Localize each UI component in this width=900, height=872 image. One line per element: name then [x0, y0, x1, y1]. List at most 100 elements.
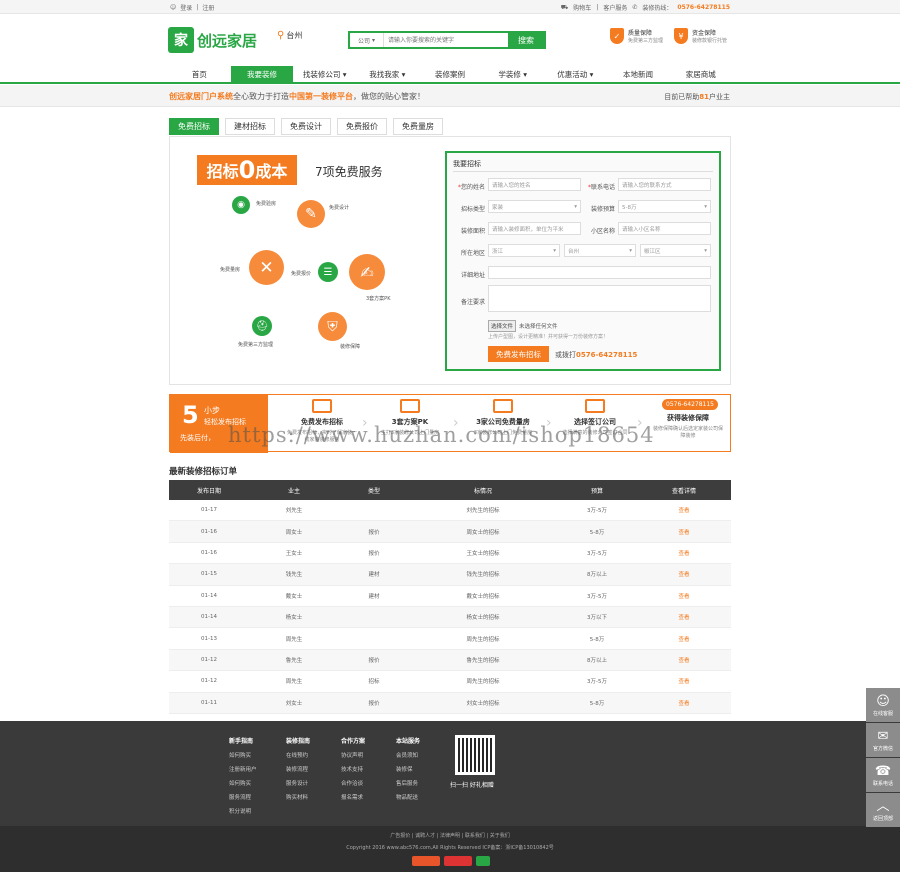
footer-link[interactable]: 购买材料 — [286, 791, 310, 805]
submit-bid-button[interactable]: 免费发布招标 — [488, 346, 549, 362]
ruler-icon: ✕ — [249, 250, 284, 285]
table-cell: 8万以上 — [587, 572, 607, 579]
name-input[interactable]: 请输入您的姓名 — [488, 178, 581, 191]
nav-cases[interactable]: 装修案例 — [419, 66, 482, 82]
table-cell: 王女士的招标 — [466, 550, 500, 557]
online-service-button[interactable]: ☺ 在线客服 — [866, 688, 900, 722]
top-bar: ☺ 登录 | 注册 ⛟ 购物车 | 客户服务 ✆ 装修热线： 0576-6427… — [0, 0, 900, 14]
footer-link[interactable]: 协议声明 — [341, 749, 365, 763]
table-cell: 3万-5万 — [587, 550, 607, 557]
login-link[interactable]: 登录 — [180, 3, 192, 12]
eye-icon: ◉ — [232, 196, 250, 214]
nav-find-company[interactable]: 找装修公司 ▾ — [293, 66, 356, 82]
view-details-link[interactable]: 查看 — [637, 656, 731, 664]
footer-bottom: 广告报价 | 诚聘人才 | 法律声明 | 联系我们 | 关于我们 Copyrig… — [0, 826, 900, 872]
footer-link[interactable]: 如何购买 — [229, 777, 257, 791]
site-logo[interactable]: 家 创远家居 — [168, 26, 260, 54]
tab-free-measure[interactable]: 免费量房 — [393, 118, 443, 135]
wechat-button[interactable]: ✉ 官方微信 — [866, 723, 900, 757]
view-details-link[interactable]: 查看 — [637, 699, 731, 707]
footer-link[interactable]: 注册新用户 — [229, 763, 257, 777]
nav-learn[interactable]: 学装修 ▾ — [481, 66, 544, 82]
table-row: 01-16 周女士 报价 周女士的招标 5-8万 查看 — [169, 521, 731, 543]
footer-link[interactable]: 会员须知 — [396, 749, 420, 763]
district-select[interactable]: 椒江区 ▾ — [640, 244, 711, 257]
note-textarea[interactable] — [488, 285, 711, 312]
view-details-link[interactable]: 查看 — [637, 613, 731, 621]
tab-free-quote[interactable]: 免费报价 — [337, 118, 387, 135]
register-link[interactable]: 注册 — [202, 3, 214, 12]
table-cell: 01-16 — [201, 528, 217, 535]
view-details-link[interactable]: 查看 — [637, 677, 731, 685]
nav-my-home[interactable]: 我找我家 ▾ — [356, 66, 419, 82]
nav-home[interactable]: 首页 — [168, 66, 231, 82]
footer-link[interactable]: 如何购买 — [229, 749, 257, 763]
view-details-link[interactable]: 查看 — [637, 635, 731, 643]
slogan-text: 创远家居门户系统全心致力于打造中国第一装修平台，做您的贴心管家！ — [169, 92, 425, 101]
nav-promotions[interactable]: 优惠活动 ▾ — [544, 66, 607, 82]
view-details-link[interactable]: 查看 — [637, 506, 731, 514]
footer-link[interactable]: 合作洽谈 — [341, 777, 365, 791]
tab-material-bid[interactable]: 建材招标 — [225, 118, 275, 135]
seven-services-title: 7项免费服务 — [315, 165, 383, 179]
choose-file-button[interactable]: 选择文件 — [488, 320, 517, 332]
tab-free-design[interactable]: 免费设计 — [281, 118, 331, 135]
nav-news[interactable]: 本地新闻 — [607, 66, 670, 82]
footer-links[interactable]: 广告报价 | 诚聘人才 | 法律声明 | 联系我们 | 关于我们 — [0, 832, 900, 839]
table-cell: 杨女士 — [285, 615, 303, 622]
table-cell: 刘女士 — [285, 700, 303, 707]
nav-mall[interactable]: 家居商城 — [669, 66, 732, 82]
table-cell: 招标 — [368, 679, 380, 686]
table-cell: 周先生 — [285, 679, 303, 686]
tab-free-bid[interactable]: 免费招标 — [169, 118, 219, 135]
search-button[interactable]: 搜索 — [508, 33, 544, 47]
footer-link[interactable]: 装修保 — [396, 763, 420, 777]
table-cell: 01-12 — [201, 656, 217, 663]
table-cell: 01-12 — [201, 678, 217, 685]
back-to-top-button[interactable]: ︿ 返回顶部 — [866, 793, 900, 827]
footer-link[interactable]: 服务流程 — [229, 791, 257, 805]
search-input[interactable] — [384, 33, 508, 47]
plan-compare-icon: ✍ — [349, 254, 385, 290]
table-cell: 01-11 — [201, 699, 217, 706]
city-select[interactable]: 台州 ▾ — [564, 244, 636, 257]
nav-decorate[interactable]: 我要装修 — [230, 66, 294, 82]
cart-link[interactable]: 购物车 — [573, 3, 591, 12]
footer-link[interactable]: 报名需求 — [341, 791, 365, 805]
table-row: 01-14 戴女士 建材 戴女士的招标 3万-5万 查看 — [169, 586, 731, 607]
area-input[interactable]: 请输入装修面积，单位为平米 — [488, 222, 581, 235]
service-menu[interactable]: 客户服务 — [603, 3, 627, 12]
table-cell: 5-8万 — [589, 529, 605, 536]
footer-link[interactable]: 在线预约 — [286, 749, 310, 763]
hotline-label: 装修热线： — [642, 5, 673, 12]
nav-underline — [0, 82, 900, 84]
community-input[interactable]: 请输入小区名称 — [618, 222, 711, 235]
footer-link[interactable]: 物品配送 — [396, 791, 420, 805]
footer-link[interactable]: 服务设计 — [286, 777, 310, 791]
footer-col-guide: 新手指南 如何购买 注册新用户 如何购买 服务流程 积分说明 — [229, 735, 257, 819]
table-row: 01-12 鲁先生 报价 鲁先生的招标 8万以上 查看 — [169, 649, 731, 672]
budget-select[interactable]: 5-8万 ▾ — [618, 200, 711, 213]
table-row: 01-15 钱先生 建材 钱先生的招标 8万以上 查看 — [169, 564, 731, 586]
address-input[interactable] — [488, 266, 711, 279]
footer-link[interactable]: 积分说明 — [229, 805, 257, 819]
table-cell: 建材 — [368, 572, 380, 579]
form-icon — [312, 399, 332, 413]
footer-link[interactable]: 技术支持 — [341, 763, 365, 777]
phone-button[interactable]: ☎ 联系电话 — [866, 758, 900, 792]
view-details-link[interactable]: 查看 — [637, 570, 731, 578]
phone-input[interactable]: 请输入您的联系方式 — [618, 178, 711, 191]
footer-link[interactable]: 售后服务 — [396, 777, 420, 791]
footer-link[interactable]: 装修流程 — [286, 763, 310, 777]
view-details-link[interactable]: 查看 — [637, 528, 731, 536]
table-cell: 鲁先生 — [285, 657, 303, 664]
city-selector[interactable]: ⚲ 台州 — [277, 30, 302, 41]
view-details-link[interactable]: 查看 — [637, 592, 731, 600]
province-select[interactable]: 浙江 ▾ — [488, 244, 560, 257]
bid-type-select[interactable]: 家装 ▾ — [488, 200, 581, 213]
table-cell: 周先生的招标 — [466, 636, 500, 643]
view-details-link[interactable]: 查看 — [637, 549, 731, 557]
table-cell: 01-14 — [201, 592, 217, 599]
search-type-select[interactable]: 公司 ▾ — [350, 33, 384, 47]
table-cell: 刘女士的招标 — [466, 700, 500, 707]
